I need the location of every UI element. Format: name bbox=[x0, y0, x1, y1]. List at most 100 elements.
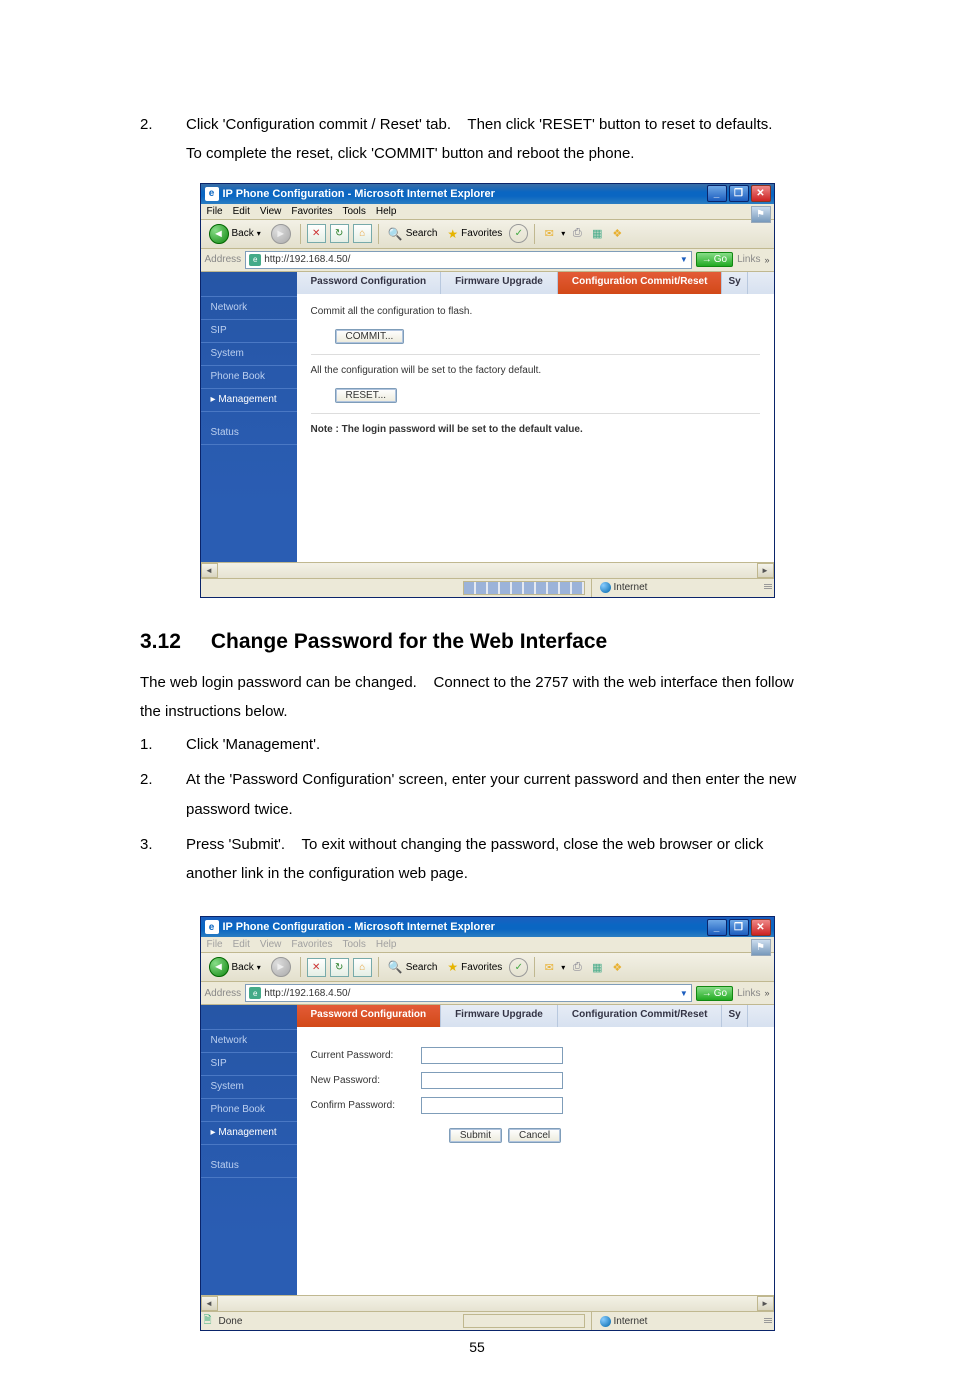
input-confirm-password[interactable] bbox=[421, 1097, 563, 1114]
home-icon[interactable]: ⌂ bbox=[353, 224, 372, 243]
discuss-icon[interactable]: ❖ bbox=[609, 226, 625, 242]
search-button[interactable]: 🔍 Search bbox=[385, 226, 441, 242]
menu-tools[interactable]: Tools bbox=[342, 206, 365, 217]
sidebar-item-system[interactable]: System bbox=[201, 343, 297, 366]
forward-button[interactable]: ► bbox=[268, 956, 294, 978]
edit-icon[interactable]: ▦ bbox=[589, 959, 605, 975]
back-button[interactable]: ◄ Back ▾ bbox=[206, 223, 264, 245]
tab-password-configuration[interactable]: Password Configuration bbox=[297, 1005, 442, 1027]
sidebar-item-system[interactable]: System bbox=[201, 1076, 297, 1099]
restore-button[interactable]: ❐ bbox=[729, 919, 749, 936]
submit-button[interactable]: Submit bbox=[449, 1128, 502, 1143]
sidebar-item-network[interactable]: Network bbox=[201, 1029, 297, 1053]
print-icon[interactable]: ⎙ bbox=[569, 959, 585, 975]
menu-file[interactable]: File bbox=[207, 939, 223, 950]
links-label[interactable]: Links bbox=[737, 988, 760, 999]
minimize-button[interactable]: _ bbox=[707, 919, 727, 936]
refresh-icon[interactable]: ↻ bbox=[330, 224, 349, 243]
tab-sy[interactable]: Sy bbox=[722, 1005, 747, 1027]
address-input[interactable]: e http://192.168.4.50/ ▼ bbox=[245, 984, 692, 1002]
url-page-icon: e bbox=[249, 987, 261, 999]
sidebar-item-management[interactable]: Management bbox=[201, 389, 297, 412]
security-zone: Internet bbox=[591, 579, 758, 597]
links-label[interactable]: Links bbox=[737, 254, 760, 265]
refresh-icon[interactable]: ↻ bbox=[330, 958, 349, 977]
address-input[interactable]: e http://192.168.4.50/ ▼ bbox=[245, 251, 692, 269]
stop-icon[interactable]: ✕ bbox=[307, 958, 326, 977]
section-title: Change Password for the Web Interface bbox=[211, 630, 607, 654]
print-icon[interactable]: ⎙ bbox=[569, 226, 585, 242]
progress-indicator bbox=[463, 1314, 585, 1328]
window-title: IP Phone Configuration - Microsoft Inter… bbox=[223, 188, 707, 200]
menu-edit[interactable]: Edit bbox=[233, 206, 250, 217]
reset-button[interactable]: RESET... bbox=[335, 388, 398, 403]
input-current-password[interactable] bbox=[421, 1047, 563, 1064]
menu-view[interactable]: View bbox=[260, 939, 282, 950]
stop-icon[interactable]: ✕ bbox=[307, 224, 326, 243]
discuss-icon[interactable]: ❖ bbox=[609, 959, 625, 975]
menu-file[interactable]: File bbox=[207, 206, 223, 217]
tab-config-commit-reset[interactable]: Configuration Commit/Reset bbox=[558, 272, 723, 294]
tab-config-commit-reset[interactable]: Configuration Commit/Reset bbox=[558, 1005, 723, 1027]
window-titlebar: e IP Phone Configuration - Microsoft Int… bbox=[201, 917, 774, 937]
menu-help[interactable]: Help bbox=[376, 206, 397, 217]
menu-edit[interactable]: Edit bbox=[233, 939, 250, 950]
go-button[interactable]: →Go bbox=[696, 252, 733, 267]
tab-sy[interactable]: Sy bbox=[722, 272, 747, 294]
scroll-right-icon[interactable]: ► bbox=[757, 1296, 774, 1311]
url-page-icon: e bbox=[249, 254, 261, 266]
chevron-down-icon: ▾ bbox=[257, 229, 261, 238]
home-icon[interactable]: ⌂ bbox=[353, 958, 372, 977]
sidebar-item-network[interactable]: Network bbox=[201, 296, 297, 320]
tab-password-configuration[interactable]: Password Configuration bbox=[297, 272, 442, 294]
edit-icon[interactable]: ▦ bbox=[589, 226, 605, 242]
horizontal-scrollbar[interactable]: ◄ ► bbox=[201, 562, 774, 578]
tab-firmware-upgrade[interactable]: Firmware Upgrade bbox=[441, 272, 558, 294]
label-new-password: New Password: bbox=[311, 1075, 421, 1086]
scroll-right-icon[interactable]: ► bbox=[757, 563, 774, 578]
ie-logo-icon: e bbox=[205, 187, 219, 201]
forward-button[interactable]: ► bbox=[268, 223, 294, 245]
close-button[interactable]: ✕ bbox=[751, 185, 771, 202]
sidebar-item-status[interactable]: Status bbox=[201, 422, 297, 445]
horizontal-scrollbar[interactable]: ◄ ► bbox=[201, 1295, 774, 1311]
menu-help[interactable]: Help bbox=[376, 939, 397, 950]
favorites-button[interactable]: ★ Favorites bbox=[444, 959, 505, 975]
scroll-left-icon[interactable]: ◄ bbox=[201, 563, 218, 578]
menu-tools[interactable]: Tools bbox=[342, 939, 365, 950]
sidebar-item-management[interactable]: Management bbox=[201, 1122, 297, 1145]
minimize-button[interactable]: _ bbox=[707, 185, 727, 202]
menu-favorites[interactable]: Favorites bbox=[291, 206, 332, 217]
mail-icon[interactable]: ✉ bbox=[541, 226, 557, 242]
sidebar-item-status[interactable]: Status bbox=[201, 1155, 297, 1178]
search-button[interactable]: 🔍 Search bbox=[385, 959, 441, 975]
address-dropdown-icon[interactable]: ▼ bbox=[680, 255, 688, 264]
history-icon[interactable]: ✓ bbox=[509, 958, 528, 977]
cancel-button[interactable]: Cancel bbox=[508, 1128, 561, 1143]
screenshot-config-commit-reset: e IP Phone Configuration - Microsoft Int… bbox=[200, 183, 775, 598]
address-bar: Address e http://192.168.4.50/ ▼ →Go Lin… bbox=[201, 249, 774, 272]
address-dropdown-icon[interactable]: ▼ bbox=[680, 989, 688, 998]
sidebar-item-phone-book[interactable]: Phone Book bbox=[201, 366, 297, 389]
instruction-3: 3. Press 'Submit'. To exit without chang… bbox=[140, 830, 834, 889]
sidebar-item-sip[interactable]: SIP bbox=[201, 1053, 297, 1076]
history-icon[interactable]: ✓ bbox=[509, 224, 528, 243]
favorites-button[interactable]: ★ Favorites bbox=[444, 226, 505, 242]
sidebar-item-phone-book[interactable]: Phone Book bbox=[201, 1099, 297, 1122]
maximize-button[interactable]: ❐ bbox=[729, 185, 749, 202]
back-icon: ◄ bbox=[209, 957, 229, 977]
close-button[interactable]: ✕ bbox=[751, 919, 771, 936]
menu-favorites[interactable]: Favorites bbox=[291, 939, 332, 950]
commit-button[interactable]: COMMIT... bbox=[335, 329, 405, 344]
sidebar-item-sip[interactable]: SIP bbox=[201, 320, 297, 343]
input-new-password[interactable] bbox=[421, 1072, 563, 1089]
forward-icon: ► bbox=[271, 957, 291, 977]
commit-description: Commit all the configuration to flash. bbox=[311, 306, 760, 317]
tab-firmware-upgrade[interactable]: Firmware Upgrade bbox=[441, 1005, 558, 1027]
back-button[interactable]: ◄ Back ▾ bbox=[206, 956, 264, 978]
go-button[interactable]: →Go bbox=[696, 986, 733, 1001]
resize-grip-icon bbox=[758, 1318, 774, 1325]
scroll-left-icon[interactable]: ◄ bbox=[201, 1296, 218, 1311]
mail-icon[interactable]: ✉ bbox=[541, 959, 557, 975]
menu-view[interactable]: View bbox=[260, 206, 282, 217]
